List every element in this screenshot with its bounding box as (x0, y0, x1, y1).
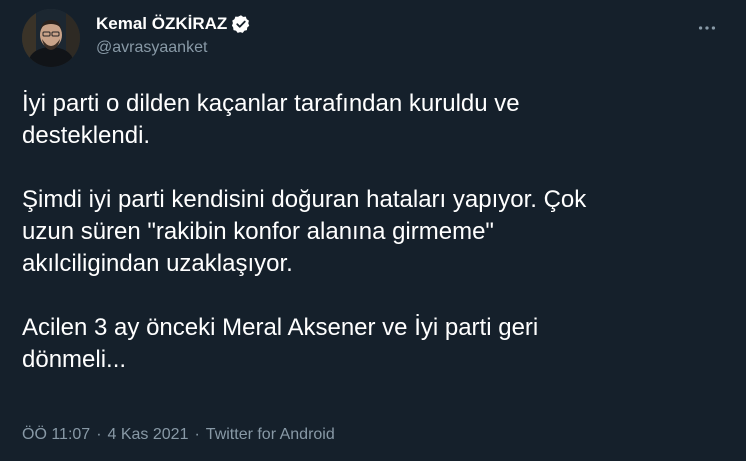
display-name[interactable]: Kemal ÖZKİRAZ (96, 14, 227, 34)
name-row: Kemal ÖZKİRAZ (96, 13, 251, 35)
tweet-source-link[interactable]: Twitter for Android (206, 426, 335, 444)
user-info: Kemal ÖZKİRAZ @avrasyaanket (96, 13, 251, 57)
tweet-date[interactable]: 4 Kas 2021 (108, 426, 189, 444)
tweet-metadata: ÖÖ 11:07 · 4 Kas 2021 · Twitter for Andr… (22, 426, 335, 444)
tweet-paragraph: Şimdi iyi parti kendisini doğuran hatala… (22, 186, 587, 277)
meta-separator: · (194, 426, 200, 443)
tweet-header: Kemal ÖZKİRAZ @avrasyaanket (22, 9, 722, 69)
tweet-time[interactable]: ÖÖ 11:07 (22, 426, 90, 444)
user-handle[interactable]: @avrasyaanket (96, 39, 251, 57)
more-dots-icon (698, 26, 716, 30)
avatar-photo-icon (22, 9, 80, 67)
more-options-button[interactable] (694, 15, 720, 41)
verified-badge-icon (232, 15, 250, 33)
avatar[interactable] (22, 9, 80, 67)
meta-separator: · (96, 426, 102, 443)
tweet-paragraph: İyi parti o dilden kaçanlar tarafından k… (22, 90, 520, 149)
tweet-text: İyi parti o dilden kaçanlar tarafından k… (22, 88, 722, 376)
tweet-card: Kemal ÖZKİRAZ @avrasyaanket İyi parti o … (0, 0, 746, 461)
tweet-paragraph: Acilen 3 ay önceki Meral Aksener ve İyi … (22, 314, 539, 373)
